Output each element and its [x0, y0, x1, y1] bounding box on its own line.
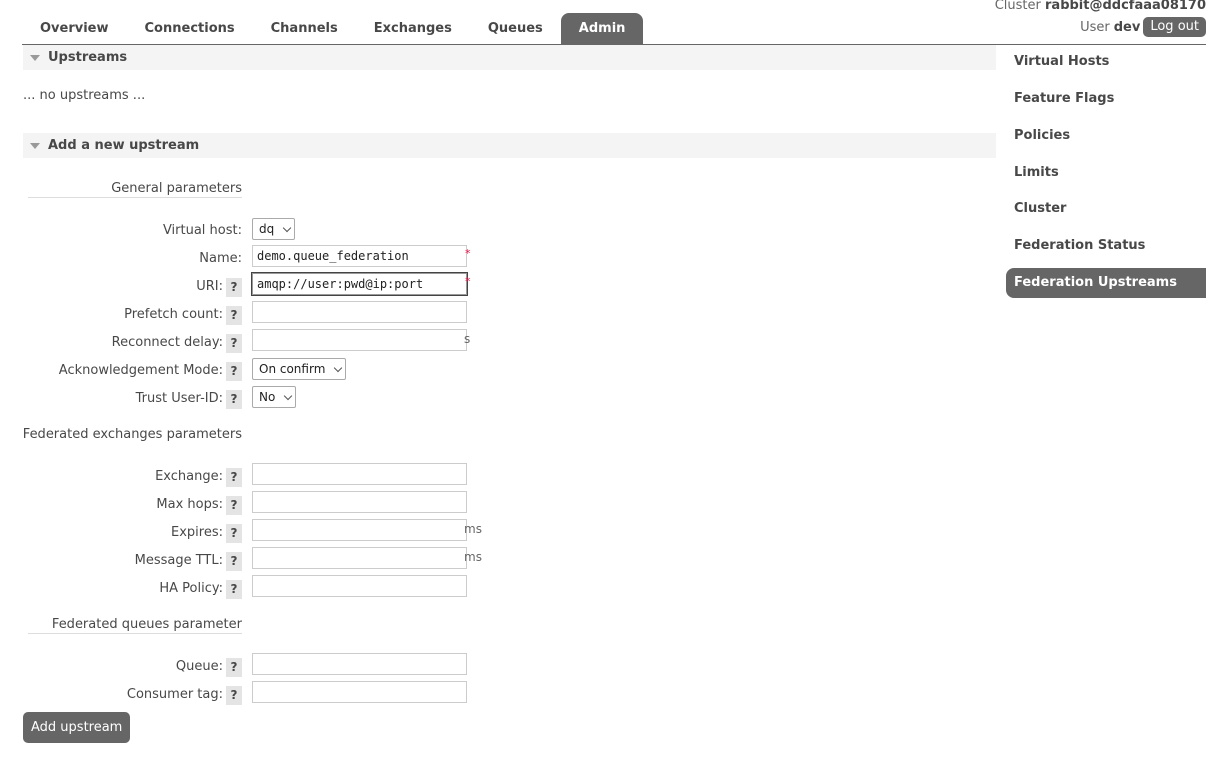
- tab-channels[interactable]: Channels: [253, 13, 356, 44]
- sidebar-item-virtual-hosts[interactable]: Virtual Hosts: [1006, 47, 1206, 77]
- sidebar-item-policies[interactable]: Policies: [1006, 121, 1206, 151]
- tab-queues[interactable]: Queues: [470, 13, 561, 44]
- cluster-info: Cluster rabbit@ddcfaaa08170: [995, 0, 1206, 13]
- user-label: User: [1080, 19, 1110, 35]
- logout-button[interactable]: Log out: [1143, 17, 1206, 37]
- add-upstream-button[interactable]: Add upstream: [23, 712, 131, 743]
- sidebar-item-federation-upstreams[interactable]: Federation Upstreams: [1006, 268, 1206, 298]
- virtual-host-select[interactable]: dq: [252, 218, 296, 240]
- consumer-tag-input[interactable]: [252, 681, 467, 703]
- ha-policy-label: HA Policy:: [159, 581, 223, 596]
- main-nav-tabs: Overview Connections Channels Exchanges …: [22, 13, 644, 44]
- message-ttl-label: Message TTL:: [134, 553, 223, 568]
- queue-label: Queue:: [175, 659, 223, 674]
- user-info: User dev Log out: [1080, 17, 1206, 37]
- reconnect-delay-label: Reconnect delay:: [111, 335, 223, 350]
- upstreams-title: Upstreams: [48, 50, 128, 65]
- queue-input[interactable]: [252, 653, 467, 675]
- expires-label: Expires:: [171, 525, 223, 540]
- name-input[interactable]: demo.queue_federation: [252, 245, 467, 267]
- tab-exchanges[interactable]: Exchanges: [356, 13, 470, 44]
- ack-mode-select[interactable]: On confirm: [252, 358, 347, 380]
- ack-mode-help-button[interactable]: ?: [226, 362, 242, 381]
- no-upstreams-text: ... no upstreams ...: [23, 88, 146, 103]
- max-hops-help-button[interactable]: ?: [226, 496, 242, 515]
- ack-mode-label: Acknowledgement Mode:: [58, 363, 223, 378]
- expires-input[interactable]: [252, 519, 467, 541]
- group-divider: [28, 197, 242, 198]
- sidebar-item-federation-status[interactable]: Federation Status: [1006, 231, 1206, 261]
- consumer-tag-label: Consumer tag:: [126, 687, 223, 702]
- prefetch-count-input[interactable]: [252, 301, 467, 323]
- reconnect-unit: s: [464, 332, 471, 346]
- message-ttl-input[interactable]: [252, 547, 467, 569]
- trust-user-id-select[interactable]: No: [252, 386, 297, 408]
- message-ttl-unit: ms: [464, 550, 482, 564]
- name-label: Name:: [199, 251, 242, 266]
- max-hops-input[interactable]: [252, 491, 467, 513]
- ack-mode-value: On confirm: [259, 362, 326, 376]
- sidebar-item-cluster[interactable]: Cluster: [1006, 194, 1206, 224]
- collapse-triangle-icon: [30, 142, 40, 149]
- prefetch-count-label: Prefetch count:: [124, 307, 223, 322]
- upstreams-section-header[interactable]: Upstreams: [23, 45, 996, 70]
- prefetch-help-button[interactable]: ?: [226, 306, 242, 325]
- virtual-host-value: dq: [259, 222, 275, 236]
- ha-policy-input[interactable]: [252, 575, 467, 597]
- exchange-input[interactable]: [252, 463, 467, 485]
- sidebar-item-limits[interactable]: Limits: [1006, 158, 1206, 188]
- reconnect-help-button[interactable]: ?: [226, 334, 242, 353]
- uri-help-button[interactable]: ?: [226, 278, 242, 297]
- required-marker: *: [465, 275, 471, 288]
- collapse-triangle-icon: [30, 54, 40, 61]
- cluster-label: Cluster: [994, 0, 1041, 13]
- trust-user-id-value: No: [259, 390, 276, 404]
- exchange-label: Exchange:: [155, 469, 223, 484]
- ha-policy-help-button[interactable]: ?: [226, 580, 242, 599]
- trust-user-id-label: Trust User-ID:: [135, 391, 223, 406]
- chevron-down-icon: [282, 223, 292, 232]
- exchanges-parameters-title: Federated exchanges parameters: [22, 427, 242, 442]
- group-divider: [28, 633, 242, 634]
- queue-help-button[interactable]: ?: [226, 658, 242, 677]
- uri-label: URI:: [196, 279, 223, 294]
- consumer-tag-help-button[interactable]: ?: [226, 686, 242, 705]
- general-parameters-title: General parameters: [111, 181, 242, 196]
- chevron-down-icon: [284, 391, 293, 400]
- queues-parameter-title: Federated queues parameter: [51, 617, 242, 632]
- expires-unit: ms: [464, 522, 482, 536]
- add-upstream-section-header[interactable]: Add a new upstream: [23, 133, 996, 158]
- cluster-name: rabbit@ddcfaaa08170: [1045, 0, 1206, 13]
- add-upstream-title: Add a new upstream: [48, 138, 200, 153]
- user-name: dev: [1113, 19, 1141, 35]
- tab-overview[interactable]: Overview: [22, 13, 127, 44]
- reconnect-delay-input[interactable]: [252, 329, 467, 351]
- sidebar-item-feature-flags[interactable]: Feature Flags: [1006, 84, 1206, 114]
- uri-input[interactable]: amqp://user:pwd@ip:port: [251, 272, 468, 296]
- virtual-host-label: Virtual host:: [162, 223, 242, 238]
- trust-user-help-button[interactable]: ?: [226, 390, 242, 409]
- chevron-down-icon: [334, 363, 343, 372]
- expires-help-button[interactable]: ?: [226, 524, 242, 543]
- exchange-help-button[interactable]: ?: [226, 468, 242, 487]
- max-hops-label: Max hops:: [156, 497, 223, 512]
- tab-admin[interactable]: Admin: [560, 13, 644, 44]
- required-marker: *: [465, 247, 471, 260]
- message-ttl-help-button[interactable]: ?: [226, 552, 242, 571]
- tab-connections[interactable]: Connections: [127, 13, 253, 44]
